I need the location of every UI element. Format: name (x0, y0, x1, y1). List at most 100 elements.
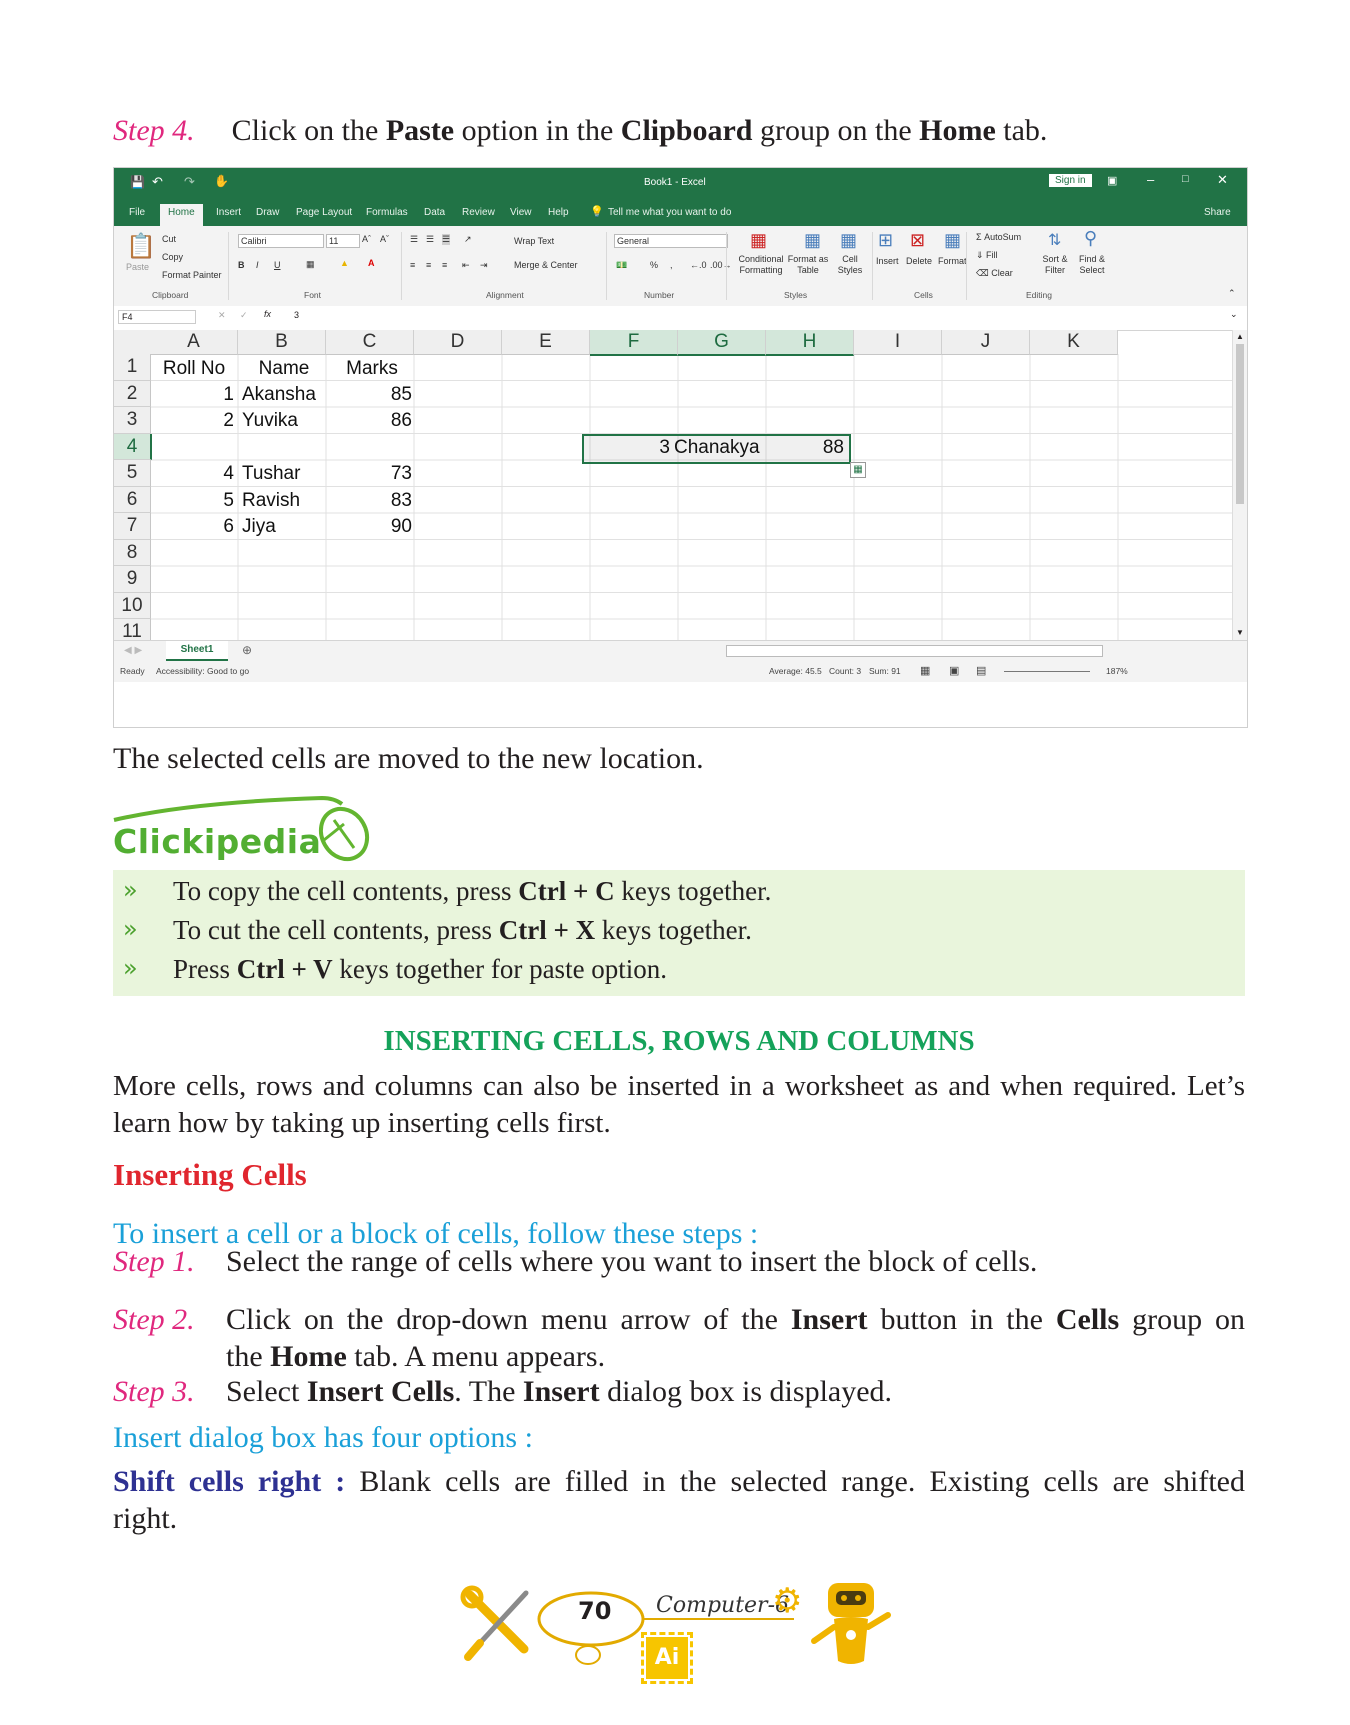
font-grow-icon[interactable]: Aˆ (362, 234, 371, 244)
increase-decimal-icon[interactable]: ←.0 (690, 260, 707, 270)
tab-data[interactable]: Data (424, 207, 445, 218)
row-header[interactable]: 1 (114, 354, 151, 381)
marks-cell[interactable]: 86 (326, 410, 412, 432)
percent-button[interactable]: % (650, 260, 658, 270)
bold-button[interactable]: B (238, 260, 245, 270)
underline-button[interactable]: U (274, 260, 281, 270)
tab-review[interactable]: Review (462, 207, 495, 218)
row-header[interactable]: 10 (114, 592, 151, 619)
copy-button[interactable]: Copy (162, 252, 183, 262)
expand-formula-icon[interactable]: ⌄ (1230, 309, 1238, 320)
row-header[interactable]: 3 (114, 407, 151, 434)
cancel-entry-icon[interactable]: ✕ (218, 310, 226, 321)
vertical-scrollbar[interactable]: ▲ ▼ (1232, 330, 1247, 640)
column-header[interactable]: E (502, 330, 590, 355)
font-name-select[interactable]: Calibri (238, 234, 324, 248)
paste-button[interactable]: Paste (126, 262, 149, 272)
find-select-icon[interactable]: ⚲ (1084, 228, 1097, 249)
name-cell[interactable]: Jiya (242, 516, 276, 538)
row-header[interactable]: 2 (114, 380, 151, 407)
moved-name-cell[interactable]: Chanakya (674, 437, 760, 459)
column-header[interactable]: F (590, 330, 678, 356)
redo-icon[interactable]: ↷ (184, 174, 195, 190)
column-header[interactable]: I (854, 330, 942, 355)
tab-home[interactable]: Home (160, 204, 203, 226)
format-button[interactable]: Format (938, 256, 967, 266)
tab-file[interactable]: File (129, 207, 145, 218)
wrap-text-button[interactable]: Wrap Text (514, 236, 554, 246)
cell-styles-button[interactable]: Cell Styles (832, 254, 868, 276)
merge-center-button[interactable]: Merge & Center (514, 260, 578, 270)
font-size-select[interactable]: 11 (326, 234, 360, 248)
moved-marks-cell[interactable]: 88 (764, 437, 844, 459)
header-roll-no[interactable]: Roll No (150, 358, 238, 380)
find-select-button[interactable]: Find & Select (1072, 254, 1112, 276)
ribbon-display-icon[interactable]: ▣ (1107, 174, 1117, 187)
row-header[interactable]: 9 (114, 566, 151, 593)
worksheet-grid[interactable]: ABCDEFGHIJK 1 2 3 4 5 6 7 8 9 10 11 Roll No Name M… (114, 330, 1232, 646)
font-color-icon[interactable]: A (368, 258, 375, 268)
autosum-button[interactable]: Σ AutoSum (976, 232, 1021, 242)
marks-cell[interactable]: 90 (326, 516, 412, 538)
format-cells-icon[interactable]: ▦ (944, 230, 961, 251)
delete-cells-icon[interactable]: ⊠ (910, 230, 925, 251)
format-table-icon[interactable]: ▦ (804, 230, 821, 251)
format-painter-button[interactable]: Format Painter (162, 270, 222, 280)
sheet-nav-icon[interactable]: ◀ ▶ (124, 645, 142, 656)
decrease-indent-icon[interactable]: ⇤ (462, 260, 470, 271)
paste-options-icon[interactable]: ▦ (850, 462, 866, 478)
insert-button[interactable]: Insert (876, 256, 899, 266)
zoom-slider[interactable] (1004, 671, 1090, 672)
header-marks[interactable]: Marks (328, 358, 416, 380)
formula-input[interactable]: 3 (294, 310, 299, 320)
normal-view-icon[interactable]: ▦ (920, 664, 930, 677)
marks-cell[interactable]: 83 (326, 490, 412, 512)
orientation-icon[interactable]: ↗ (464, 234, 472, 245)
row-header[interactable]: 7 (114, 513, 151, 540)
add-sheet-icon[interactable]: ⊕ (242, 643, 252, 657)
align-top-icon[interactable]: ☰ (410, 234, 418, 245)
column-header[interactable]: B (238, 330, 326, 355)
name-cell[interactable]: Akansha (242, 384, 316, 406)
column-header[interactable]: D (414, 330, 502, 355)
sort-filter-icon[interactable]: ⇅ (1048, 230, 1061, 250)
marks-cell[interactable]: 73 (326, 463, 412, 485)
format-as-table-button[interactable]: Format as Table (782, 254, 834, 276)
name-box[interactable]: F4 (118, 310, 196, 324)
align-left-icon[interactable]: ≡ (410, 260, 415, 270)
marks-cell[interactable]: 85 (326, 384, 412, 406)
collapse-ribbon-icon[interactable]: ⌃ (1228, 288, 1236, 299)
row-header[interactable]: 6 (114, 486, 151, 513)
header-name[interactable]: Name (240, 358, 328, 380)
delete-button[interactable]: Delete (906, 256, 932, 266)
page-break-view-icon[interactable]: ▤ (976, 664, 986, 677)
cut-button[interactable]: Cut (162, 234, 176, 244)
sort-filter-button[interactable]: Sort & Filter (1038, 254, 1072, 276)
roll-no-cell[interactable]: 1 (150, 384, 234, 406)
name-cell[interactable]: Tushar (242, 463, 300, 485)
minimize-icon[interactable]: – (1147, 172, 1154, 187)
fill-color-icon[interactable]: ▲ (340, 258, 349, 268)
touch-mode-icon[interactable]: ✋ (214, 174, 229, 188)
align-right-icon[interactable]: ≡ (442, 260, 447, 270)
comma-button[interactable]: , (670, 260, 673, 270)
borders-icon[interactable]: ▦ (306, 259, 315, 270)
column-header[interactable]: K (1030, 330, 1118, 355)
roll-no-cell[interactable]: 6 (150, 516, 234, 538)
insert-cells-icon[interactable]: ⊞ (878, 230, 893, 251)
row-header[interactable]: 5 (114, 460, 151, 487)
fill-button[interactable]: ⇓ Fill (976, 250, 998, 261)
column-header[interactable]: J (942, 330, 1030, 355)
scroll-thumb[interactable] (1236, 344, 1244, 504)
align-center-icon[interactable]: ≡ (426, 260, 431, 270)
page-layout-view-icon[interactable]: ▣ (949, 664, 959, 677)
insert-function-button[interactable]: fx (264, 309, 271, 319)
accounting-icon[interactable]: 💵 (616, 260, 627, 271)
share-button[interactable]: Share (1204, 207, 1231, 218)
zoom-level[interactable]: 187% (1106, 666, 1128, 676)
sheet-tab-sheet1[interactable]: Sheet1 (166, 641, 228, 661)
cell-styles-icon[interactable]: ▦ (840, 230, 857, 251)
tab-view[interactable]: View (510, 207, 532, 218)
save-icon[interactable]: 💾 (130, 175, 145, 189)
roll-no-cell[interactable]: 4 (150, 463, 234, 485)
